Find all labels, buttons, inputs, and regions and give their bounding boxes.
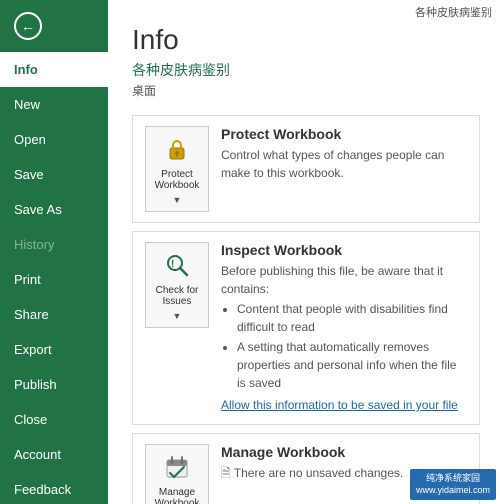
inspect-issue-1: Content that people with disabilities fi…	[237, 300, 467, 336]
sidebar-item-history: History	[0, 227, 108, 262]
watermark: 纯净系统家园 www.yidaimei.com	[410, 469, 496, 500]
watermark-line2: www.yidaimei.com	[416, 484, 490, 497]
watermark-line1: 纯净系统家园	[416, 472, 490, 485]
allow-info-link[interactable]: Allow this information to be saved in yo…	[221, 396, 458, 414]
inspect-workbook-card: ! Check for Issues ▼ Inspect Workbook Be…	[132, 231, 480, 425]
sidebar-item-account[interactable]: Account	[0, 437, 108, 472]
breadcrumb: 各种皮肤病鉴别	[415, 4, 492, 20]
protect-workbook-card: Protect Workbook ▼ Protect Workbook Cont…	[132, 115, 480, 223]
sidebar-item-new[interactable]: New	[0, 87, 108, 122]
sidebar-bottom: Account Feedback Options →	[0, 437, 108, 504]
file-title: 各种皮肤病鉴别	[132, 60, 480, 80]
protect-workbook-title: Protect Workbook	[221, 126, 467, 142]
manage-workbook-status: There are no unsaved changes.	[234, 466, 403, 480]
inspect-workbook-title: Inspect Workbook	[221, 242, 467, 258]
manage-workbook-button[interactable]: Manage Workbook ▼	[145, 444, 209, 504]
sidebar-item-info[interactable]: Info	[0, 52, 108, 87]
page-title: Info	[132, 24, 480, 56]
sidebar-item-print[interactable]: Print	[0, 262, 108, 297]
manage-workbook-title: Manage Workbook	[221, 444, 467, 460]
sidebar: ← Info New Open Save Save As History Pri…	[0, 0, 108, 504]
manage-workbook-icon-label: Manage Workbook	[155, 487, 200, 504]
inspect-before-text: Before publishing this file, be aware th…	[221, 264, 443, 296]
sidebar-item-share[interactable]: Share	[0, 297, 108, 332]
protect-workbook-icon-label: Protect Workbook	[155, 169, 200, 191]
check-issues-dropdown-icon: ▼	[173, 311, 182, 321]
check-issues-icon-label: Check for Issues	[156, 285, 199, 307]
inspect-issue-2: A setting that automatically removes pro…	[237, 338, 467, 392]
main-content: 各种皮肤病鉴别 Info 各种皮肤病鉴别 桌面 Protect Workbook…	[108, 0, 500, 504]
protect-workbook-button[interactable]: Protect Workbook ▼	[145, 126, 209, 212]
sidebar-item-feedback[interactable]: Feedback	[0, 472, 108, 504]
check-for-issues-button[interactable]: ! Check for Issues ▼	[145, 242, 209, 328]
sidebar-item-save[interactable]: Save	[0, 157, 108, 192]
protect-workbook-content: Protect Workbook Control what types of c…	[221, 126, 467, 182]
sidebar-item-close[interactable]: Close	[0, 402, 108, 437]
lock-icon	[161, 133, 193, 165]
sidebar-item-publish[interactable]: Publish	[0, 367, 108, 402]
inspect-workbook-content: Inspect Workbook Before publishing this …	[221, 242, 467, 414]
svg-text:!: !	[171, 259, 174, 270]
back-icon: ←	[14, 12, 42, 40]
protect-workbook-dropdown-icon: ▼	[173, 195, 182, 205]
magnifier-icon: !	[161, 249, 193, 281]
inspect-workbook-desc: Before publishing this file, be aware th…	[221, 262, 467, 414]
back-button[interactable]: ←	[0, 0, 108, 52]
sidebar-item-open[interactable]: Open	[0, 122, 108, 157]
calendar-icon	[161, 451, 193, 483]
sidebar-item-export[interactable]: Export	[0, 332, 108, 367]
file-location: 桌面	[132, 82, 480, 99]
protect-workbook-desc: Control what types of changes people can…	[221, 146, 467, 182]
sidebar-item-save-as[interactable]: Save As	[0, 192, 108, 227]
